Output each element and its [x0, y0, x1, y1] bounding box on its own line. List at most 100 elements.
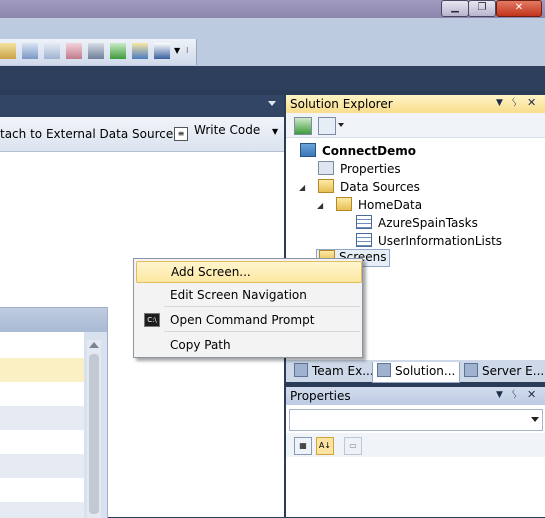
window-position-icon[interactable]: ▼ — [496, 98, 503, 108]
close-button[interactable]: ✕ — [496, 0, 542, 17]
scrollbar-thumb[interactable] — [89, 354, 99, 514]
alphabetical-icon[interactable]: A↓ — [316, 437, 334, 455]
object-selector[interactable] — [289, 409, 543, 431]
close-icon[interactable]: ✕ — [527, 388, 536, 401]
menu-item-label: Open Command Prompt — [170, 313, 315, 327]
refresh-icon[interactable] — [294, 117, 312, 135]
tree-node-properties[interactable]: Properties — [318, 161, 401, 176]
write-code-button[interactable]: ≡ Write Code ▼ — [170, 123, 282, 143]
tab-solution-explorer[interactable]: Solution... — [372, 362, 461, 383]
properties-label: Properties — [340, 162, 401, 176]
tab-label: Solution... — [395, 364, 456, 378]
minimize-button[interactable]: ▁ — [441, 0, 469, 17]
solution-explorer-toolbar — [286, 113, 545, 138]
open-icon[interactable] — [0, 43, 16, 59]
table-row[interactable] — [0, 406, 84, 430]
tree-node-table[interactable]: AzureSpainTasks — [356, 215, 478, 230]
menu-separator — [164, 306, 360, 307]
tab-label: Team Ex... — [312, 364, 374, 378]
auto-hide-pin-icon[interactable]: ᛊ — [511, 96, 518, 109]
project-icon — [300, 143, 316, 157]
solution-explorer-icon — [377, 363, 391, 377]
table-row[interactable] — [0, 382, 84, 406]
entity-grid-panel — [0, 307, 108, 518]
tab-team-explorer[interactable]: Team Ex... — [290, 362, 378, 382]
menu-item-open-command-prompt[interactable]: C:\ Open Command Prompt — [136, 309, 360, 331]
table-row[interactable] — [0, 478, 84, 502]
table-row[interactable] — [0, 430, 84, 454]
table-icon — [356, 215, 372, 229]
tab-list-icon[interactable] — [268, 101, 276, 106]
tab-label: Server E... — [482, 364, 545, 378]
solution-explorer-title: Solution Explorer — [290, 97, 393, 111]
menu-item-label: Add Screen... — [171, 265, 251, 279]
property-pages-icon[interactable]: ▭ — [344, 437, 362, 455]
table-row[interactable] — [0, 454, 84, 478]
table-label: UserInformationLists — [378, 234, 503, 248]
menu-separator — [164, 331, 360, 332]
menu-item-edit-screen-navigation[interactable]: Edit Screen Navigation — [136, 284, 360, 306]
designer-command-bar: tach to External Data Source... ≡ Write C… — [0, 117, 284, 152]
tool-window-tabs: Team Ex... Solution... Server E... — [286, 360, 545, 383]
menu-item-label: Copy Path — [170, 338, 231, 352]
code-icon: ≡ — [174, 127, 188, 141]
view-mode-icon[interactable] — [318, 117, 336, 135]
collapse-icon[interactable]: ◢ — [299, 183, 305, 192]
properties-title: Properties — [290, 389, 351, 403]
menu-item-copy-path[interactable]: Copy Path — [136, 334, 360, 356]
properties-toolbar: ▦ A↓ ▭ — [286, 433, 545, 457]
context-menu: Add Screen... Edit Screen Navigation C:\… — [133, 258, 363, 358]
properties-icon — [318, 161, 334, 175]
table-label: AzureSpainTasks — [378, 216, 478, 230]
document-tab-strip — [0, 95, 284, 117]
folder-icon — [318, 179, 334, 193]
start-icon[interactable] — [110, 43, 126, 59]
maximize-button[interactable]: ❐ — [468, 0, 496, 17]
window-position-icon[interactable]: ▼ — [496, 390, 503, 400]
form-icon[interactable] — [66, 43, 82, 59]
table-icon — [356, 233, 372, 247]
data-source-icon — [336, 197, 352, 211]
close-icon: ✕ — [514, 2, 524, 13]
table-row[interactable] — [0, 332, 84, 358]
scroll-up-icon[interactable] — [89, 342, 99, 348]
table-row[interactable] — [0, 358, 84, 382]
tree-node-data-sources[interactable]: Data Sources — [318, 179, 420, 194]
vertical-scrollbar[interactable] — [87, 340, 101, 518]
team-explorer-icon — [294, 363, 308, 377]
tree-node-table[interactable]: UserInformationLists — [356, 233, 502, 248]
add-item-icon[interactable] — [22, 43, 38, 59]
tools-icon[interactable] — [88, 43, 104, 59]
properties-header: Properties ▼ ᛊ ✕ — [286, 387, 545, 405]
view-mode-dropdown-icon[interactable] — [338, 123, 344, 127]
table-row[interactable] — [0, 502, 84, 518]
home-data-label: HomeData — [358, 198, 423, 212]
toolbar-group: ▼ ⁝ — [0, 39, 197, 65]
server-explorer-icon — [464, 363, 478, 377]
close-icon[interactable]: ✕ — [527, 96, 536, 109]
auto-hide-pin-icon[interactable]: ᛊ — [511, 388, 518, 401]
dropdown-arrow-icon[interactable]: ▼ — [174, 43, 182, 59]
minimize-icon: ▁ — [451, 2, 459, 13]
tree-node-project[interactable]: ConnectDemo — [300, 143, 416, 158]
menu-item-add-screen[interactable]: Add Screen... — [136, 261, 362, 283]
menu-strip — [0, 18, 545, 38]
chevron-down-icon[interactable] — [531, 417, 539, 422]
tree-node-home-data[interactable]: HomeData — [336, 197, 422, 212]
collapse-icon[interactable]: ◢ — [317, 201, 323, 210]
write-code-dropdown-icon[interactable]: ▼ — [272, 127, 278, 136]
attach-data-source-button[interactable]: tach to External Data Source... — [0, 127, 185, 141]
tab-server-explorer[interactable]: Server E... — [460, 362, 545, 382]
maximize-icon: ❐ — [477, 2, 487, 13]
command-window-icon[interactable] — [154, 43, 170, 59]
project-label: ConnectDemo — [322, 144, 416, 158]
properties-icon[interactable] — [44, 43, 60, 59]
solution-explorer-header: Solution Explorer ▼ ᛊ ✕ — [286, 95, 545, 113]
data-sources-label: Data Sources — [340, 180, 420, 194]
extension-icon[interactable] — [132, 43, 148, 59]
command-prompt-icon: C:\ — [144, 313, 160, 327]
toolbar-options-icon[interactable]: ⁝ — [186, 43, 192, 59]
dock-background — [0, 66, 545, 90]
categorized-icon[interactable]: ▦ — [294, 437, 312, 455]
properties-panel: Properties ▼ ᛊ ✕ ▦ A↓ ▭ — [286, 387, 545, 517]
